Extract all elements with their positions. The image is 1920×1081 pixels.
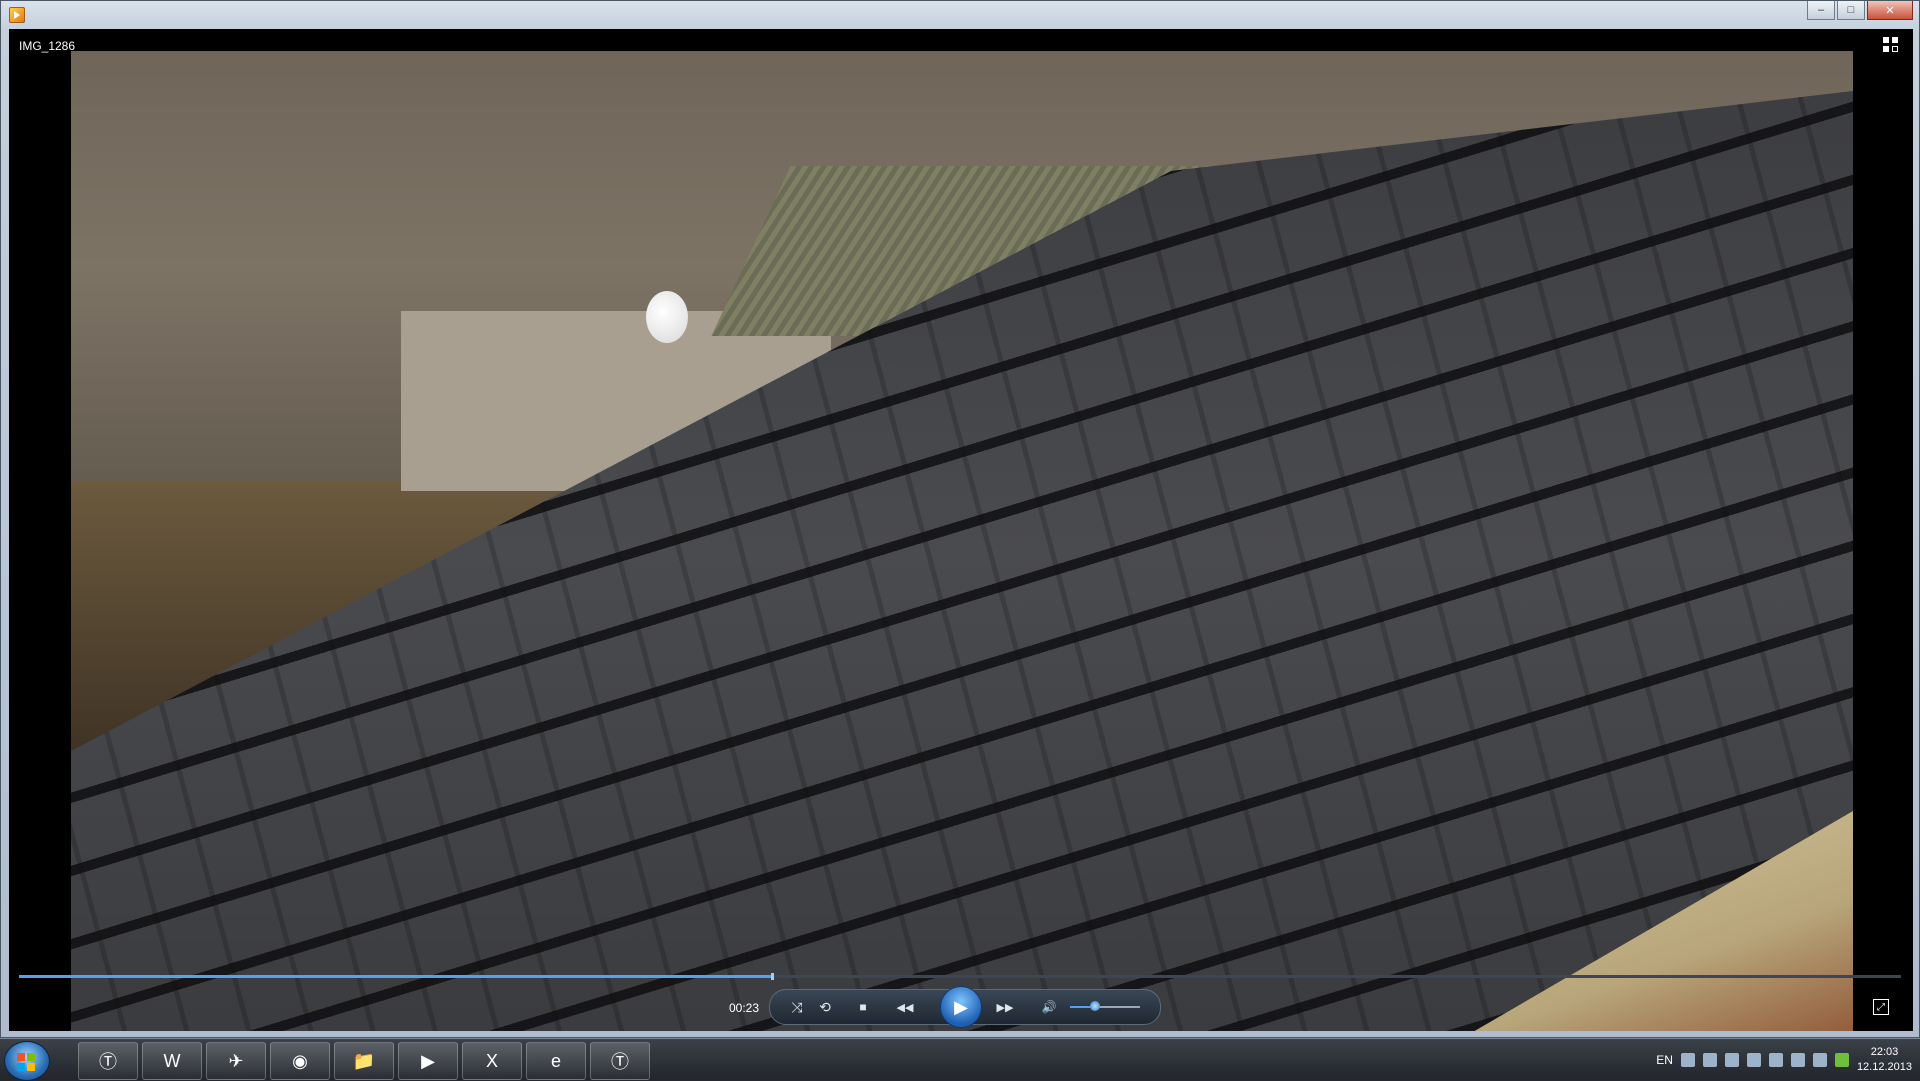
taskbar-world-of-tanks-2-icon[interactable]: Ⓣ	[590, 1042, 650, 1080]
clock-time: 22:03	[1870, 1046, 1899, 1058]
taskbar-internet-explorer-icon[interactable]: e	[526, 1042, 586, 1080]
start-button[interactable]	[4, 1041, 50, 1081]
taskbar-apps: Ⓣ W ✈ ◉ 📁 ▶ Xe Ⓣ	[78, 1042, 650, 1080]
taskbar-chrome-icon[interactable]: ◉	[270, 1042, 330, 1080]
volume-slider-thumb[interactable]	[1090, 1001, 1100, 1011]
transport-controls: ⤨ ⟲ ■ ◀◀ ▶ ▶▶ 🔊	[769, 986, 1161, 1028]
video-title: IMG_1286	[19, 39, 76, 53]
antivirus-icon[interactable]	[1724, 1053, 1739, 1067]
timecode: 00:23	[729, 1001, 760, 1015]
previous-button[interactable]: ◀◀	[888, 996, 922, 1018]
switch-to-library-icon[interactable]	[1883, 37, 1899, 53]
flag-icon[interactable]	[1746, 1053, 1761, 1067]
nvidia-icon[interactable]	[1834, 1053, 1849, 1067]
caption-buttons: – □ ✕	[1807, 1, 1913, 20]
video-frame	[71, 51, 1853, 1031]
taskbar-media-player-icon[interactable]: ▶	[398, 1042, 458, 1080]
seek-bar-progress	[19, 975, 772, 978]
taskbar-world-of-tanks-icon[interactable]: Ⓣ	[78, 1042, 138, 1080]
network-icon[interactable]	[1702, 1053, 1717, 1067]
display-icon[interactable]	[1768, 1053, 1783, 1067]
minimize-button[interactable]: –	[1807, 1, 1835, 20]
fullscreen-icon[interactable]: ⤢	[1873, 999, 1889, 1015]
clock[interactable]: 22:03 12.12.2013	[1857, 1045, 1912, 1075]
help-icon[interactable]	[1680, 1053, 1695, 1067]
taskbar-explorer-icon[interactable]: 📁	[334, 1042, 394, 1080]
media-player-window: – □ ✕ IMG_1286 00:23 ⤨ ⟲ ■ ◀◀ ▶ ▶▶ 🔊 ⤢	[0, 0, 1920, 1038]
play-button[interactable]: ▶	[940, 986, 982, 1028]
close-button[interactable]: ✕	[1867, 1, 1913, 20]
bluetooth-icon[interactable]	[1812, 1053, 1827, 1067]
taskbar-aircraft-icon[interactable]: ✈	[206, 1042, 266, 1080]
system-tray: EN 22:03 12.12.2013	[1656, 1039, 1912, 1081]
video-area[interactable]: IMG_1286 00:23 ⤨ ⟲ ■ ◀◀ ▶ ▶▶ 🔊 ⤢	[9, 29, 1913, 1031]
mute-button[interactable]: 🔊	[1038, 996, 1060, 1018]
clock-date: 12.12.2013	[1856, 1061, 1912, 1073]
seek-bar-thumb[interactable]	[771, 973, 774, 980]
title-bar[interactable]: – □ ✕	[1, 1, 1919, 29]
satellite-dish	[646, 291, 688, 343]
next-button[interactable]: ▶▶	[988, 996, 1022, 1018]
maximize-button[interactable]: □	[1837, 1, 1865, 20]
shuffle-button[interactable]: ⤨	[786, 996, 808, 1018]
volume-icon[interactable]	[1790, 1053, 1805, 1067]
repeat-button[interactable]: ⟲	[814, 996, 836, 1018]
seek-bar[interactable]	[19, 973, 1901, 980]
taskbar-word-icon[interactable]: W	[142, 1042, 202, 1080]
media-player-app-icon[interactable]	[9, 7, 25, 23]
stop-button[interactable]: ■	[852, 996, 874, 1018]
taskbar: Ⓣ W ✈ ◉ 📁 ▶ Xe Ⓣ EN 22:03 12.12.2013	[0, 1038, 1920, 1081]
taskbar-excel-icon[interactable]: X	[462, 1042, 522, 1080]
language-indicator[interactable]: EN	[1656, 1053, 1673, 1067]
